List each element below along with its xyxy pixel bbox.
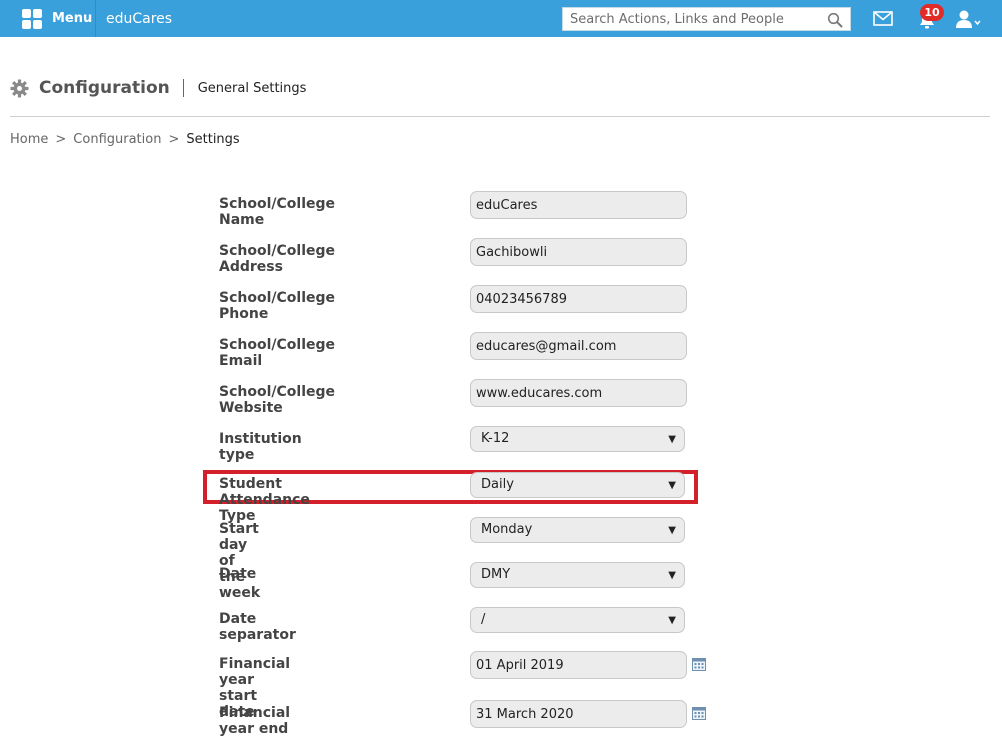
attendance-type-label: Student Attendance Type xyxy=(219,476,310,524)
chevron-down-icon: ▼ xyxy=(668,434,676,445)
calendar-icon[interactable] xyxy=(692,657,706,671)
mail-icon[interactable] xyxy=(873,11,893,26)
start-day-value: Monday xyxy=(481,522,533,537)
school-address-field[interactable] xyxy=(470,238,687,266)
school-website-field[interactable] xyxy=(470,379,687,407)
menu-button[interactable]: Menu xyxy=(10,0,96,37)
search-box xyxy=(562,7,851,31)
calendar-icon[interactable] xyxy=(692,706,706,720)
school-phone-label: School/College Phone xyxy=(219,290,335,322)
top-navigation-bar: Menu eduCares 10 xyxy=(0,0,1002,37)
school-phone-field[interactable] xyxy=(470,285,687,313)
date-format-label: Date xyxy=(219,566,257,582)
page-subtitle: General Settings xyxy=(197,80,307,96)
fy-start-date-field[interactable] xyxy=(470,651,687,679)
user-icon[interactable] xyxy=(955,9,981,29)
gear-icon xyxy=(10,78,29,98)
institution-type-value: K-12 xyxy=(481,431,510,446)
chevron-down-icon: ▼ xyxy=(668,570,676,581)
chevron-down-icon: ▼ xyxy=(668,480,676,491)
school-email-field[interactable] xyxy=(470,332,687,360)
institution-type-label: Institution type xyxy=(219,431,302,463)
breadcrumb-separator: > xyxy=(55,132,67,147)
attendance-type-value: Daily xyxy=(481,477,514,492)
date-format-select[interactable]: DMY ▼ xyxy=(470,562,685,588)
date-separator-select[interactable]: / ▼ xyxy=(470,607,685,633)
brand-link[interactable]: eduCares xyxy=(106,11,172,27)
school-name-label: School/College Name xyxy=(219,196,335,228)
school-email-label: School/College Email xyxy=(219,337,335,369)
attendance-type-select[interactable]: Daily ▼ xyxy=(470,472,685,498)
page-title: Configuration xyxy=(39,78,170,98)
header-divider xyxy=(10,116,990,117)
menu-label: Menu xyxy=(52,11,93,26)
breadcrumb-separator: > xyxy=(168,132,180,147)
breadcrumb-configuration[interactable]: Configuration xyxy=(73,132,161,147)
page-header: Configuration General Settings xyxy=(10,76,306,100)
school-name-field[interactable] xyxy=(470,191,687,219)
date-separator-label: Date separator xyxy=(219,611,296,643)
notification-badge: 10 xyxy=(920,4,944,21)
chevron-down-icon: ▼ xyxy=(668,615,676,626)
breadcrumb-home[interactable]: Home xyxy=(10,132,48,147)
fy-end-label: Financial year end date xyxy=(219,705,291,737)
search-input[interactable] xyxy=(563,8,818,31)
school-website-label: School/College Website xyxy=(219,384,335,416)
date-separator-value: / xyxy=(481,612,486,627)
start-day-label: Start day of the week xyxy=(219,521,261,601)
institution-type-select[interactable]: K-12 ▼ xyxy=(470,426,685,452)
fy-end-date-field[interactable] xyxy=(470,700,687,728)
search-icon[interactable] xyxy=(827,12,843,28)
breadcrumb: Home > Configuration > Settings xyxy=(10,132,240,147)
breadcrumb-current: Settings xyxy=(186,132,240,147)
start-day-select[interactable]: Monday ▼ xyxy=(470,517,685,543)
date-format-value: DMY xyxy=(481,567,511,582)
chevron-down-icon: ▼ xyxy=(668,525,676,536)
school-address-label: School/College Address xyxy=(219,243,335,275)
grid-icon xyxy=(22,8,42,29)
title-divider xyxy=(182,79,184,97)
